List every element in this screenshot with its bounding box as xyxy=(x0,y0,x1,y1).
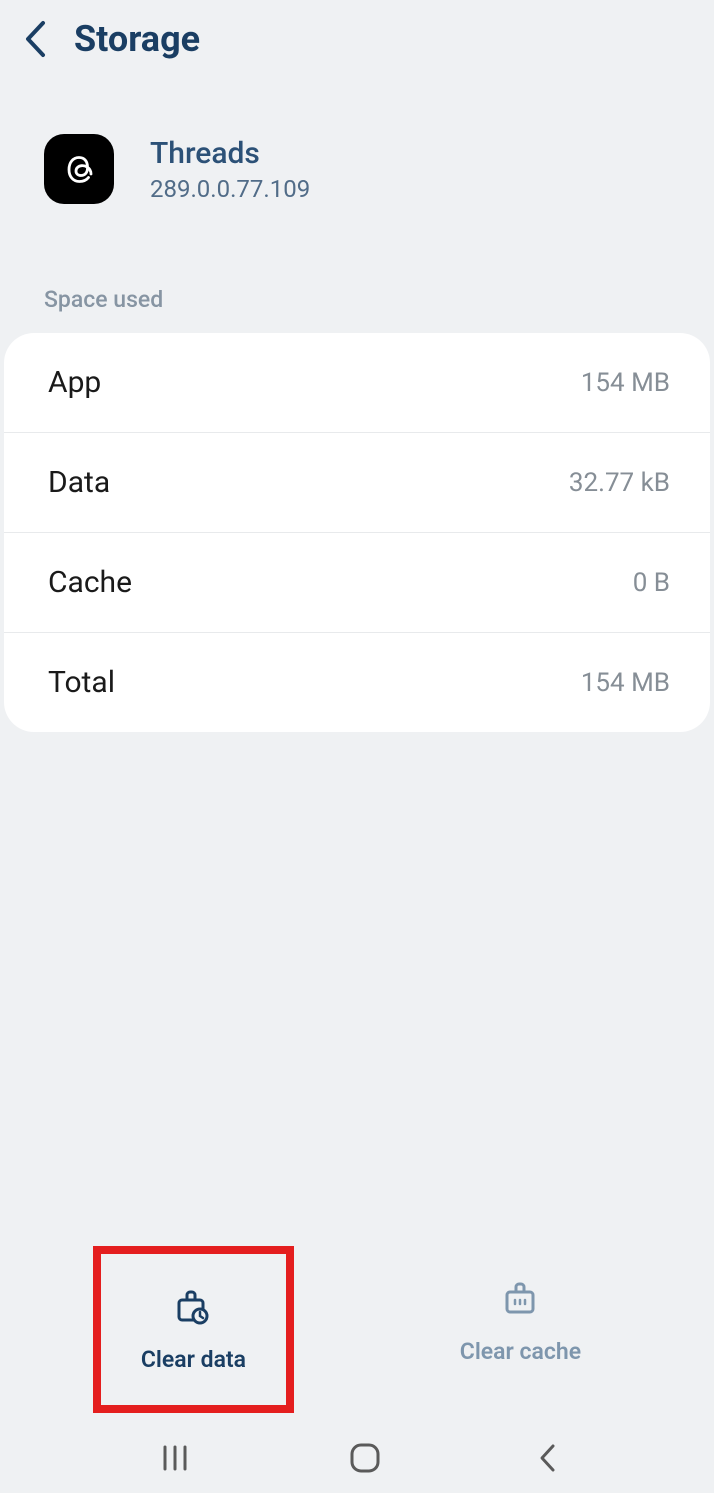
storage-row-cache: Cache 0 B xyxy=(4,533,710,633)
nav-recents-icon[interactable] xyxy=(157,1443,193,1473)
storage-label: App xyxy=(48,365,101,400)
clear-data-button[interactable]: Clear data xyxy=(93,1246,294,1413)
storage-value: 154 MB xyxy=(581,668,670,698)
storage-value: 32.77 kB xyxy=(569,468,670,498)
storage-row-app: App 154 MB xyxy=(4,333,710,433)
app-details: Threads 289.0.0.77.109 xyxy=(150,136,310,203)
clear-cache-label: Clear cache xyxy=(460,1338,581,1365)
clear-cache-button[interactable]: Clear cache xyxy=(420,1246,621,1413)
storage-label: Cache xyxy=(48,565,132,600)
clear-data-icon xyxy=(173,1286,213,1330)
app-name: Threads xyxy=(150,136,310,171)
bottom-actions: Clear data Clear cache xyxy=(0,1246,714,1413)
storage-value: 0 B xyxy=(633,568,670,598)
storage-row-total: Total 154 MB xyxy=(4,633,710,732)
nav-back-icon[interactable] xyxy=(537,1442,557,1474)
nav-home-icon[interactable] xyxy=(348,1441,382,1475)
section-label: Space used xyxy=(0,244,714,333)
storage-list: App 154 MB Data 32.77 kB Cache 0 B Total… xyxy=(4,333,710,732)
nav-bar xyxy=(0,1423,714,1493)
storage-label: Data xyxy=(48,465,110,500)
threads-app-icon xyxy=(44,134,114,204)
storage-row-data: Data 32.77 kB xyxy=(4,433,710,533)
clear-cache-icon xyxy=(500,1278,540,1322)
page-title: Storage xyxy=(74,18,200,60)
back-icon[interactable] xyxy=(24,20,46,58)
app-info: Threads 289.0.0.77.109 xyxy=(0,78,714,244)
header: Storage xyxy=(0,0,714,78)
storage-label: Total xyxy=(48,665,115,700)
clear-data-label: Clear data xyxy=(141,1346,246,1373)
storage-value: 154 MB xyxy=(581,368,670,398)
app-version: 289.0.0.77.109 xyxy=(150,175,310,203)
